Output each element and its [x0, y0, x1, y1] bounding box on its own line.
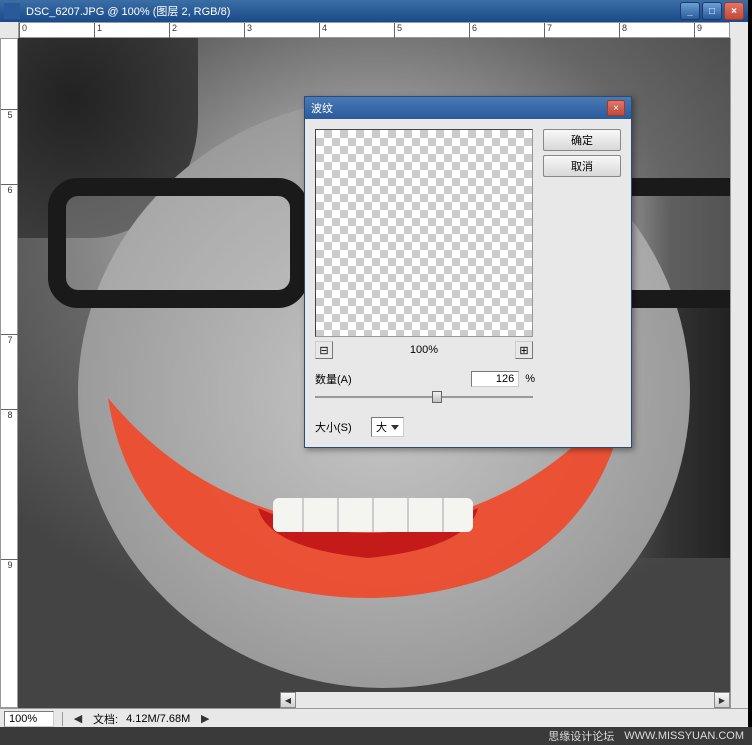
ruler-horizontal[interactable]: 0 1 2 3 4 5 6 7 8 9	[18, 22, 730, 38]
watermark: 思缘设计论坛 WWW.MISSYUAN.COM	[0, 727, 752, 745]
slider-thumb[interactable]	[432, 391, 442, 403]
ruler-tick: 5	[1, 109, 19, 120]
filter-preview[interactable]	[315, 129, 533, 337]
scroll-left-button[interactable]: ◀	[280, 692, 296, 708]
amount-input[interactable]: 126	[471, 371, 519, 387]
scroll-right-button[interactable]: ▶	[714, 692, 730, 708]
statusbar: 100% ◀ 文档: 4.12M/7.68M ▶ ◀ ▶	[0, 708, 748, 728]
close-button[interactable]: ×	[724, 2, 744, 20]
zoom-field[interactable]: 100%	[4, 711, 54, 727]
amount-slider[interactable]	[315, 389, 533, 405]
scrollbar-vertical[interactable]	[730, 38, 748, 708]
amount-label: 数量(A)	[315, 371, 365, 387]
ruler-tick: 2	[169, 23, 177, 39]
status-nav-left[interactable]: ◀	[71, 712, 85, 726]
window-title: DSC_6207.JPG @ 100% (图层 2, RGB/8)	[26, 3, 680, 19]
ruler-tick: 6	[1, 184, 19, 195]
preview-zoom: 100%	[410, 344, 438, 356]
ruler-tick: 3	[244, 23, 252, 39]
ruler-tick: 1	[94, 23, 102, 39]
size-label: 大小(S)	[315, 419, 365, 435]
chevron-down-icon	[391, 425, 399, 430]
size-select[interactable]: 大	[371, 417, 404, 437]
status-nav-right[interactable]: ▶	[198, 712, 212, 726]
titlebar[interactable]: DSC_6207.JPG @ 100% (图层 2, RGB/8) _ □ ×	[0, 0, 748, 22]
scrollbar-horizontal[interactable]: ◀ ▶	[280, 692, 730, 708]
zoom-out-button[interactable]: ⊟	[315, 341, 333, 359]
ruler-tick: 7	[1, 334, 19, 345]
ruler-tick: 4	[319, 23, 327, 39]
ruler-tick: 9	[1, 559, 19, 570]
watermark-url: WWW.MISSYUAN.COM	[624, 730, 744, 742]
ripple-dialog: 波纹 × ⊟ 100% ⊞ 数量(A) 126 % 大小(S)	[304, 96, 632, 448]
ruler-tick: 8	[1, 409, 19, 420]
doc-label: 文档:	[93, 711, 118, 727]
ruler-tick: 0	[19, 23, 27, 39]
minimize-button[interactable]: _	[680, 2, 700, 20]
amount-unit: %	[525, 373, 535, 385]
dialog-titlebar[interactable]: 波纹 ×	[305, 97, 631, 119]
zoom-in-button[interactable]: ⊞	[515, 341, 533, 359]
ruler-tick: 9	[694, 23, 702, 39]
doc-size: 4.12M/7.68M	[126, 713, 190, 725]
dialog-close-button[interactable]: ×	[607, 100, 625, 116]
ok-button[interactable]: 确定	[543, 129, 621, 151]
watermark-text: 思缘设计论坛	[548, 728, 614, 744]
ruler-tick: 5	[394, 23, 402, 39]
maximize-button[interactable]: □	[702, 2, 722, 20]
ruler-vertical[interactable]: 5 6 7 8 9	[0, 38, 18, 708]
app-icon	[4, 3, 20, 19]
ruler-tick: 8	[619, 23, 627, 39]
size-value: 大	[376, 419, 387, 435]
dialog-title: 波纹	[311, 100, 607, 116]
cancel-button[interactable]: 取消	[543, 155, 621, 177]
ruler-tick: 6	[469, 23, 477, 39]
ruler-tick: 7	[544, 23, 552, 39]
